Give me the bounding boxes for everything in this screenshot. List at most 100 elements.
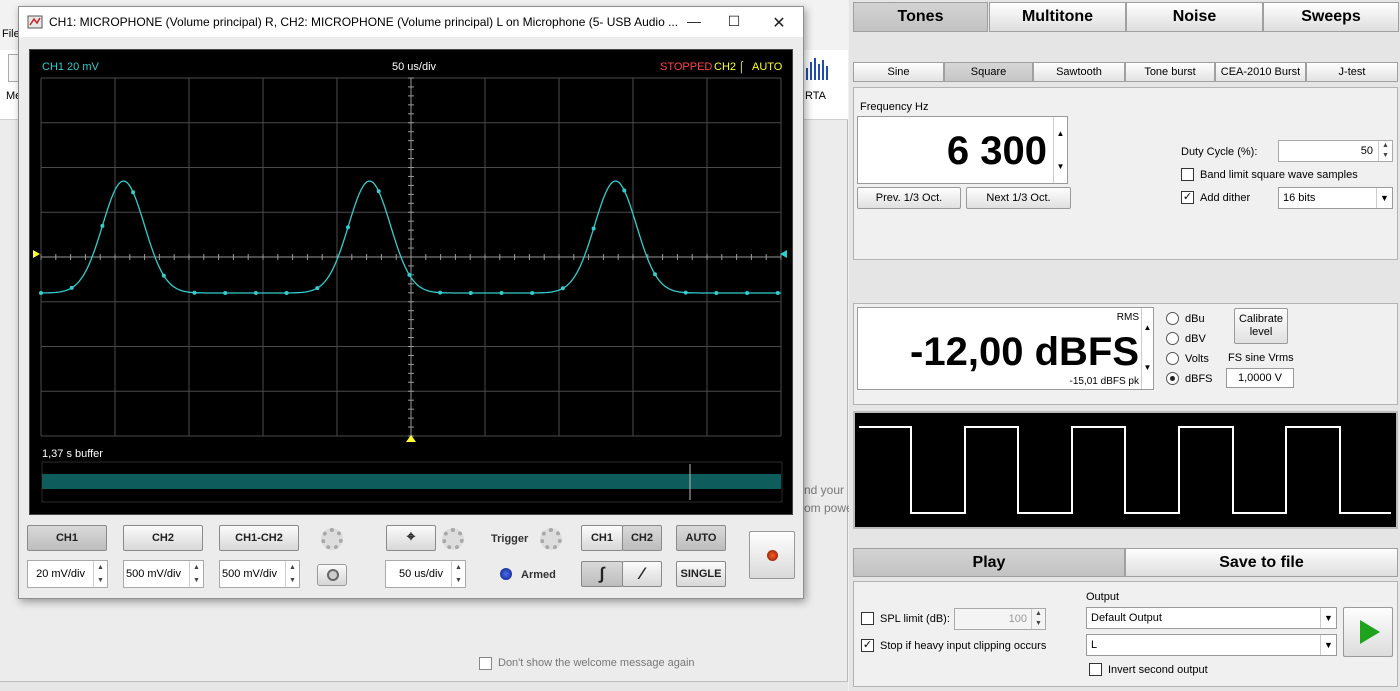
output-device-select[interactable]: Default Output ▼	[1086, 607, 1337, 629]
frequency-spinner-arrows-icon[interactable]: ▲ ▼	[1053, 117, 1067, 183]
play-icon	[1360, 620, 1380, 644]
ch1ch2-vdiv-spinner[interactable]: 500 mV/div ▲ ▼	[219, 560, 300, 588]
band-limit-checkbox[interactable]	[1181, 168, 1194, 181]
sample-point	[315, 286, 320, 291]
calibrate-level-button[interactable]: Calibrate level	[1234, 308, 1288, 344]
camera-icon[interactable]	[317, 564, 347, 586]
next-third-octave-button[interactable]: Next 1/3 Oct.	[966, 187, 1071, 209]
chevron-down-icon[interactable]: ▼	[1376, 188, 1392, 208]
sample-point	[131, 190, 136, 195]
tab-multitone[interactable]: Multitone	[989, 2, 1126, 32]
dont-show-label: Don't show the welcome message again	[498, 657, 695, 669]
frequency-field[interactable]: 6 300 ▲ ▼	[857, 116, 1068, 184]
welcome-text-line2: om powe	[804, 501, 853, 515]
unit-radio-dbfs[interactable]	[1166, 372, 1179, 385]
subtab-j-test[interactable]: J-test	[1306, 62, 1398, 82]
add-dither-label: Add dither	[1200, 192, 1251, 204]
scope-window: CH1: MICROPHONE (Volume principal) R, CH…	[18, 6, 804, 599]
play-button[interactable]	[1343, 607, 1393, 657]
ch2-level-marker-icon[interactable]	[33, 250, 40, 258]
dither-bits-value: 16 bits	[1283, 192, 1316, 204]
sample-point	[530, 291, 535, 295]
save-to-file-tab-button[interactable]: Save to file	[1125, 548, 1398, 577]
trigger-ch1-button[interactable]: CH1	[581, 525, 623, 551]
oscilloscope-screen[interactable]: CH1 20 mV 50 us/div STOPPED CH2 ⌠ AUTO 1…	[29, 49, 793, 515]
dont-show-checkbox[interactable]	[479, 657, 492, 670]
spinner-arrows-icon[interactable]: ▲ ▼	[189, 561, 203, 587]
output-channel-select[interactable]: L ▼	[1086, 634, 1337, 656]
subtab-square[interactable]: Square	[944, 62, 1033, 82]
ch1-vdiv-spinner[interactable]: 20 mV/div ▲ ▼	[27, 560, 108, 588]
peak-value: -15,01 dBFS pk	[1069, 376, 1139, 387]
duty-cycle-spinner[interactable]: 50 ▲ ▼	[1278, 140, 1393, 162]
spl-limit-checkbox[interactable]	[861, 612, 874, 625]
ch1-button[interactable]: CH1	[27, 525, 107, 551]
level-spinner-arrows-icon[interactable]: ▲ ▼	[1141, 308, 1153, 389]
close-icon[interactable]: ✕	[769, 13, 789, 32]
spinner-arrows-icon[interactable]: ▲ ▼	[1031, 609, 1045, 629]
armed-led-icon	[500, 568, 512, 580]
unit-radio-dbu[interactable]	[1166, 312, 1179, 325]
trigger-ch2-button[interactable]: CH2	[622, 525, 662, 551]
grid-toggle-icon[interactable]: ⌖	[386, 525, 436, 551]
ch1-ch2-button[interactable]: CH1-CH2	[219, 525, 299, 551]
spinner-arrows-icon[interactable]: ▲ ▼	[285, 561, 299, 587]
sample-point	[591, 226, 596, 231]
sample-point	[653, 272, 657, 277]
ch2-button[interactable]: CH2	[123, 525, 203, 551]
fs-sine-field[interactable]: 1,0000 V	[1226, 368, 1294, 388]
subtab-cea-2010-burst[interactable]: CEA-2010 Burst	[1215, 62, 1306, 82]
output-device-value: Default Output	[1091, 612, 1162, 624]
add-dither-checkbox[interactable]: ✓	[1181, 191, 1194, 204]
sample-point	[39, 291, 43, 295]
channel-settings-gear-icon[interactable]	[321, 528, 343, 550]
trigger-settings-gear-icon[interactable]	[540, 528, 562, 550]
minimize-icon[interactable]: —	[684, 13, 704, 31]
unit-radio-dbv[interactable]	[1166, 332, 1179, 345]
spinner-arrows-icon[interactable]: ▲ ▼	[451, 561, 465, 587]
stop-clipping-label: Stop if heavy input clipping occurs	[880, 640, 1047, 652]
sample-point	[714, 291, 719, 295]
ch2-vdiv-value: 500 mV/div	[125, 568, 181, 580]
auto-button[interactable]: AUTO	[676, 525, 726, 551]
subtab-tone-burst[interactable]: Tone burst	[1125, 62, 1215, 82]
chevron-down-icon[interactable]: ▼	[1320, 635, 1336, 655]
fs-sine-label: FS sine Vrms	[1228, 352, 1294, 364]
timebase-spinner[interactable]: 50 us/div ▲ ▼	[385, 560, 466, 588]
invert-second-output-checkbox[interactable]	[1089, 663, 1102, 676]
ch1-vdiv-value: 20 mV/div	[36, 568, 85, 580]
maximize-icon[interactable]: ☐	[724, 13, 744, 31]
tab-noise[interactable]: Noise	[1126, 2, 1263, 32]
subtab-sine[interactable]: Sine	[853, 62, 944, 82]
falling-edge-icon[interactable]: ⁄	[622, 561, 662, 587]
rising-edge-icon[interactable]: ∫	[581, 561, 623, 587]
spinner-arrows-icon[interactable]: ▲ ▼	[93, 561, 107, 587]
timebase-settings-gear-icon[interactable]	[442, 528, 464, 550]
timebase-label: 50 us/div	[392, 61, 437, 73]
rta-label: RTA	[805, 90, 826, 102]
play-tab-button[interactable]: Play	[853, 548, 1125, 577]
spinner-arrows-icon[interactable]: ▲ ▼	[1378, 141, 1392, 161]
chevron-down-icon[interactable]: ▼	[1320, 608, 1336, 628]
rta-icon[interactable]	[804, 54, 830, 82]
duty-cycle-value: 50	[1360, 145, 1373, 157]
spl-limit-label: SPL limit (dB):	[880, 613, 950, 625]
dither-bits-select[interactable]: 16 bits ▼	[1278, 187, 1393, 209]
fs-sine-value: 1,0000 V	[1237, 372, 1283, 384]
spl-limit-spinner[interactable]: 100 ▲ ▼	[954, 608, 1046, 630]
subtab-sawtooth[interactable]: Sawtooth	[1033, 62, 1125, 82]
sample-point	[253, 291, 258, 295]
status-slope-icon: ⌠	[738, 61, 745, 74]
timebase-value: 50 us/div	[398, 568, 443, 580]
tab-tones[interactable]: Tones	[853, 2, 988, 32]
prev-third-octave-button[interactable]: Prev. 1/3 Oct.	[857, 187, 961, 209]
unit-radio-volts[interactable]	[1166, 352, 1179, 365]
ch2-vdiv-spinner[interactable]: 500 mV/div ▲ ▼	[123, 560, 204, 588]
record-button[interactable]	[749, 531, 795, 579]
record-icon	[767, 550, 778, 561]
stop-clipping-checkbox[interactable]: ✓	[861, 639, 874, 652]
duty-cycle-label: Duty Cycle (%):	[1181, 146, 1258, 158]
level-field[interactable]: RMS -12,00 dBFS -15,01 dBFS pk ▲ ▼	[857, 307, 1154, 390]
single-button[interactable]: SINGLE	[676, 561, 726, 587]
tab-sweeps[interactable]: Sweeps	[1263, 2, 1399, 32]
